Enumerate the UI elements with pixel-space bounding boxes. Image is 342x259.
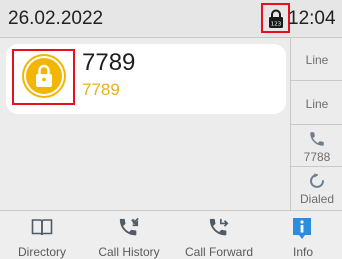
book-icon bbox=[31, 219, 53, 236]
call-history-button[interactable]: Call History bbox=[84, 211, 174, 259]
lock-status-highlight: 123 bbox=[261, 3, 290, 33]
info-icon bbox=[293, 218, 311, 239]
lock-badge-text: 123 bbox=[271, 22, 282, 28]
line-key-label: Line bbox=[305, 53, 329, 67]
phone-icon bbox=[310, 132, 324, 146]
redial-icon bbox=[310, 173, 324, 188]
call-card[interactable]: 7789 7789 bbox=[6, 44, 286, 114]
avatar-highlight bbox=[12, 49, 75, 105]
padlock-icon bbox=[36, 64, 52, 87]
directory-button[interactable]: Directory bbox=[0, 211, 84, 259]
call-forward-button[interactable]: Call Forward bbox=[174, 211, 264, 259]
status-time: 12:04 bbox=[288, 8, 336, 29]
info-button[interactable]: Info bbox=[264, 211, 342, 259]
call-forward-label: Call Forward bbox=[184, 245, 253, 259]
caller-name: 7789 bbox=[82, 49, 136, 76]
call-history-icon bbox=[119, 217, 139, 236]
softkey-bar: Directory Call History Call Forward Info bbox=[0, 210, 342, 259]
dialed-key[interactable]: Dialed bbox=[291, 167, 342, 210]
line-key-1[interactable]: Line bbox=[291, 38, 342, 81]
call-history-label: Call History bbox=[98, 245, 160, 259]
call-forward-icon bbox=[209, 218, 229, 236]
caller-number: 7789 bbox=[82, 80, 120, 99]
padlock-icon: 123 bbox=[269, 9, 283, 28]
status-date: 26.02.2022 bbox=[8, 8, 104, 29]
line-key-label: 7788 bbox=[303, 150, 331, 164]
directory-label: Directory bbox=[17, 245, 66, 259]
line-key-2[interactable]: Line bbox=[291, 81, 342, 125]
lock-avatar bbox=[26, 58, 62, 94]
line-key-7788[interactable]: 7788 bbox=[291, 125, 342, 167]
side-keys: Line Line 7788 Dialed bbox=[290, 38, 342, 210]
dialed-key-label: Dialed bbox=[299, 192, 335, 206]
line-key-label: Line bbox=[305, 97, 329, 111]
info-label: Info bbox=[292, 245, 313, 259]
status-bar: 26.02.2022 123 12:04 bbox=[0, 0, 342, 38]
